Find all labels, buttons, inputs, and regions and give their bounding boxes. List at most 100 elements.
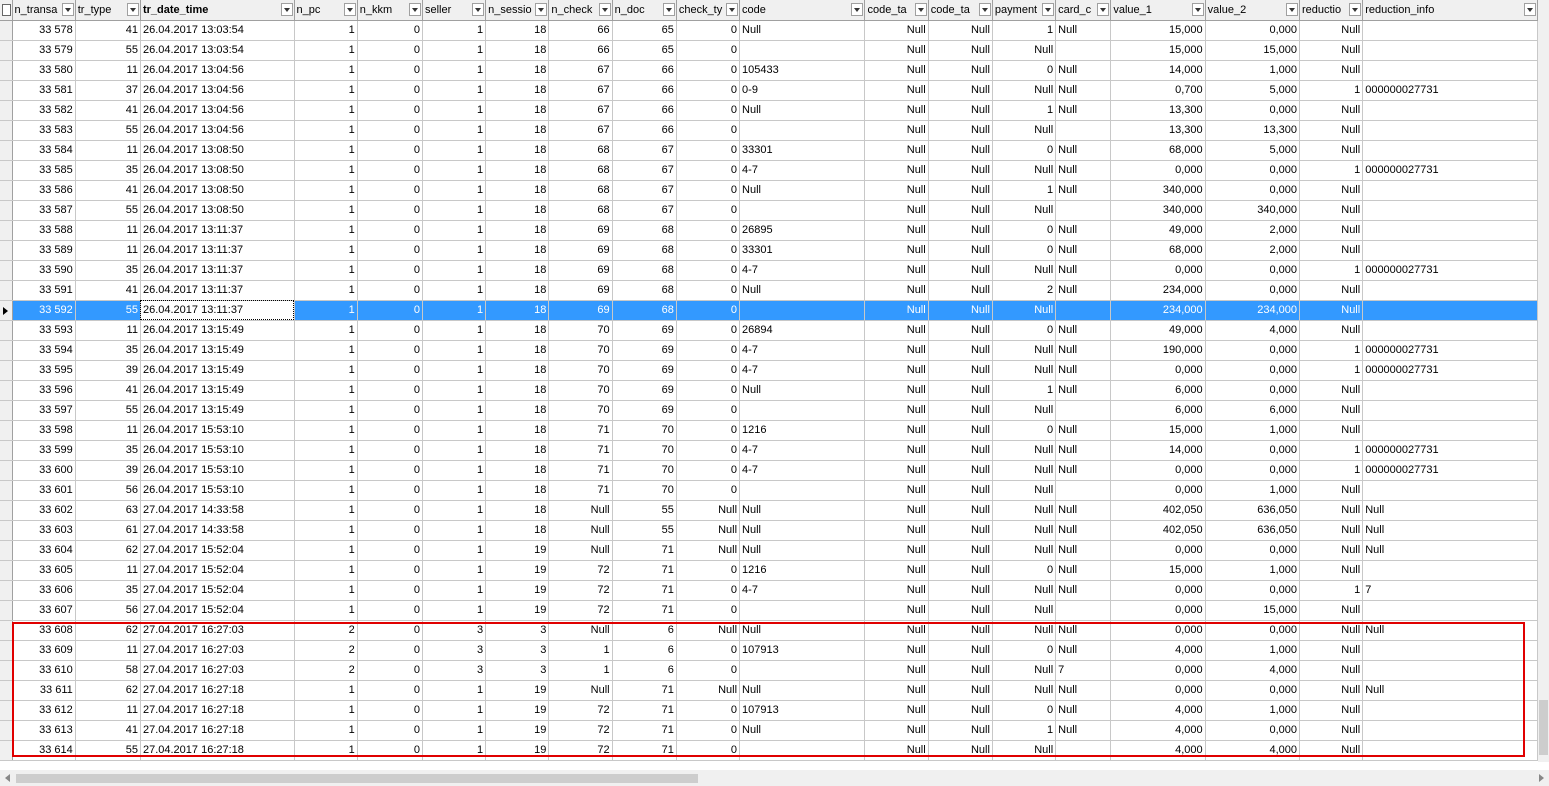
cell-reduction-info[interactable]: [1362, 400, 1538, 421]
row-indicator[interactable]: [0, 300, 13, 321]
cell-code-ta[interactable]: Null: [864, 640, 929, 661]
cell-reductio[interactable]: 1: [1299, 340, 1364, 361]
cell-tr-type[interactable]: 41: [75, 720, 141, 741]
cell-reduction-info[interactable]: [1362, 220, 1538, 241]
cell-value-2[interactable]: 0,000: [1205, 160, 1300, 181]
cell-seller[interactable]: 1: [422, 140, 487, 161]
cell-n-check[interactable]: 72: [548, 600, 613, 621]
cell-tr-type[interactable]: 11: [75, 700, 141, 721]
cell-n-pc[interactable]: 1: [294, 440, 358, 461]
cell-n-check[interactable]: 71: [548, 440, 613, 461]
cell-n-doc[interactable]: 70: [612, 460, 677, 481]
cell-reduction-info[interactable]: [1362, 200, 1538, 221]
cell-n-check[interactable]: Null: [548, 680, 613, 701]
cell-code[interactable]: 4-7: [739, 360, 866, 381]
row-indicator[interactable]: [0, 640, 13, 661]
cell-n-kkm[interactable]: 0: [357, 160, 423, 181]
cell-tr-date-time[interactable]: 26.04.2017 13:11:37: [140, 220, 295, 241]
row-indicator[interactable]: [0, 700, 13, 721]
row-indicator[interactable]: [0, 140, 13, 161]
cell-code-ta[interactable]: Null: [864, 300, 929, 321]
cell-code-ta[interactable]: Null: [928, 500, 993, 521]
cell-payment[interactable]: 0: [992, 140, 1057, 161]
cell-card-c[interactable]: [1055, 400, 1112, 421]
cell-tr-date-time[interactable]: 26.04.2017 13:04:56: [140, 60, 295, 81]
cell-n-transa[interactable]: 33 603: [12, 520, 76, 541]
cell-code-ta[interactable]: Null: [928, 340, 993, 361]
cell-reductio[interactable]: Null: [1299, 500, 1364, 521]
cell-check-ty[interactable]: 0: [676, 640, 741, 661]
cell-tr-type[interactable]: 11: [75, 140, 141, 161]
cell-tr-date-time[interactable]: 27.04.2017 15:52:04: [140, 560, 295, 581]
cell-value-2[interactable]: 0,000: [1205, 720, 1300, 741]
table-row[interactable]: 33 579 55 26.04.2017 13:03:54 1 0 1 18 66 65 0 Nul…: [0, 40, 1538, 61]
cell-n-transa[interactable]: 33 593: [12, 320, 76, 341]
cell-payment[interactable]: Null: [992, 400, 1057, 421]
cell-check-ty[interactable]: 0: [676, 440, 741, 461]
cell-check-ty[interactable]: 0: [676, 720, 741, 741]
cell-reduction-info[interactable]: 000000027731: [1362, 160, 1538, 181]
cell-code-ta[interactable]: Null: [864, 740, 929, 761]
cell-n-doc[interactable]: 70: [612, 440, 677, 461]
cell-n-kkm[interactable]: 0: [357, 180, 423, 201]
table-row[interactable]: 33 586 41 26.04.2017 13:08:50 1 0 1 18 68 67 0 Nul…: [0, 180, 1538, 201]
cell-n-kkm[interactable]: 0: [357, 60, 423, 81]
cell-reduction-info[interactable]: [1362, 560, 1538, 581]
cell-card-c[interactable]: Null: [1055, 560, 1112, 581]
column-header-0[interactable]: n_transa: [12, 0, 76, 21]
cell-n-check[interactable]: 69: [548, 300, 613, 321]
cell-n-kkm[interactable]: 0: [357, 140, 423, 161]
cell-seller[interactable]: 1: [422, 180, 487, 201]
cell-payment[interactable]: Null: [992, 440, 1057, 461]
cell-value-2[interactable]: 0,000: [1205, 20, 1300, 41]
cell-code-ta[interactable]: Null: [864, 80, 929, 101]
cell-code[interactable]: 4-7: [739, 580, 866, 601]
row-indicator[interactable]: [0, 100, 13, 121]
cell-n-check[interactable]: 69: [548, 260, 613, 281]
cell-reductio[interactable]: Null: [1299, 240, 1364, 261]
cell-seller[interactable]: 1: [422, 580, 487, 601]
cell-value-1[interactable]: 0,700: [1110, 80, 1206, 101]
table-row[interactable]: 33 602 63 27.04.2017 14:33:58 1 0 1 18 Null 55 Nu…: [0, 500, 1538, 521]
cell-value-1[interactable]: 190,000: [1110, 340, 1206, 361]
row-indicator[interactable]: [0, 660, 13, 681]
filter-dropdown-icon[interactable]: [1285, 3, 1298, 16]
cell-n-kkm[interactable]: 0: [357, 680, 423, 701]
cell-code[interactable]: 4-7: [739, 460, 866, 481]
cell-code[interactable]: Null: [739, 540, 866, 561]
cell-n-pc[interactable]: 1: [294, 140, 358, 161]
cell-tr-date-time[interactable]: 27.04.2017 15:52:04: [140, 600, 295, 621]
cell-code-ta[interactable]: Null: [864, 380, 929, 401]
table-row[interactable]: 33 592 55 26.04.2017 13:11:37 1 0 1 18 69 68 0 Nul…: [0, 300, 1538, 321]
cell-value-2[interactable]: 0,000: [1205, 380, 1300, 401]
cell-payment[interactable]: 0: [992, 700, 1057, 721]
cell-code-ta[interactable]: Null: [864, 240, 929, 261]
cell-code[interactable]: Null: [739, 380, 866, 401]
cell-card-c[interactable]: Null: [1055, 580, 1112, 601]
cell-code[interactable]: 1216: [739, 560, 866, 581]
row-indicator[interactable]: [0, 60, 13, 81]
cell-n-transa[interactable]: 33 602: [12, 500, 76, 521]
cell-n-check[interactable]: 71: [548, 460, 613, 481]
cell-tr-date-time[interactable]: 26.04.2017 13:08:50: [140, 200, 295, 221]
cell-n-kkm[interactable]: 0: [357, 740, 423, 761]
cell-tr-type[interactable]: 56: [75, 480, 141, 501]
cell-n-doc[interactable]: 69: [612, 320, 677, 341]
cell-check-ty[interactable]: 0: [676, 20, 741, 41]
cell-n-sessio[interactable]: 18: [485, 460, 550, 481]
cell-value-2[interactable]: 15,000: [1205, 600, 1300, 621]
cell-n-doc[interactable]: 66: [612, 120, 677, 141]
cell-payment[interactable]: Null: [992, 120, 1057, 141]
cell-check-ty[interactable]: 0: [676, 160, 741, 181]
cell-n-kkm[interactable]: 0: [357, 100, 423, 121]
cell-card-c[interactable]: Null: [1055, 640, 1112, 661]
table-row[interactable]: 33 583 55 26.04.2017 13:04:56 1 0 1 18 67 66 0 Nul…: [0, 120, 1538, 141]
cell-value-2[interactable]: 0,000: [1205, 680, 1300, 701]
cell-check-ty[interactable]: 0: [676, 400, 741, 421]
column-header-3[interactable]: n_pc: [294, 0, 358, 21]
cell-tr-date-time[interactable]: 26.04.2017 15:53:10: [140, 480, 295, 501]
cell-n-transa[interactable]: 33 588: [12, 220, 76, 241]
cell-value-1[interactable]: 0,000: [1110, 600, 1206, 621]
cell-n-pc[interactable]: 1: [294, 380, 358, 401]
cell-value-2[interactable]: 2,000: [1205, 240, 1300, 261]
